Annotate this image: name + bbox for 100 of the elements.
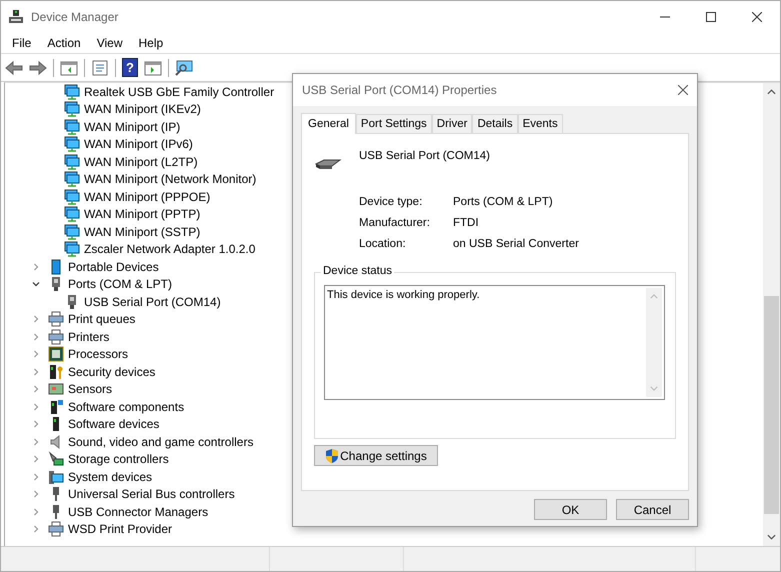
- tree-item[interactable]: Software devices: [68, 417, 160, 432]
- device-name: USB Serial Port (COM14): [359, 150, 490, 162]
- scroll-thumb[interactable]: [764, 296, 779, 514]
- collapse-chevron-icon[interactable]: [32, 280, 40, 288]
- tree-item[interactable]: WAN Miniport (IP): [84, 120, 180, 134]
- close-icon[interactable]: [752, 12, 762, 22]
- chip-icon: [48, 346, 64, 362]
- tree-item[interactable]: Print queues: [68, 312, 136, 326]
- tab[interactable]: Driver: [432, 114, 472, 133]
- expand-chevron-icon[interactable]: [32, 438, 40, 446]
- tree-item[interactable]: USB Connector Managers: [68, 504, 208, 519]
- connector-icon: [314, 158, 342, 172]
- tree-item[interactable]: Sensors: [68, 382, 112, 396]
- dialog-button[interactable]: Cancel: [616, 499, 689, 520]
- menu-item[interactable]: File: [4, 36, 40, 50]
- tree-item[interactable]: Software components: [68, 400, 184, 414]
- properties-icon[interactable]: [91, 60, 109, 76]
- group-label: Device status: [321, 265, 394, 277]
- storage-icon: [48, 451, 64, 468]
- scroll-up-icon: [650, 294, 658, 299]
- network-adapter-icon: [64, 188, 80, 205]
- expand-chevron-icon[interactable]: [32, 332, 40, 341]
- update-driver-icon[interactable]: [144, 60, 162, 76]
- console-tree-icon[interactable]: [60, 60, 78, 76]
- tree-item[interactable]: WSD Print Provider: [68, 522, 172, 536]
- maximize-icon[interactable]: [706, 12, 716, 22]
- tree-item[interactable]: WAN Miniport (PPTP): [84, 207, 200, 222]
- expand-chevron-icon[interactable]: [32, 402, 40, 411]
- network-adapter-icon: [64, 84, 80, 100]
- expand-chevron-icon[interactable]: [32, 490, 40, 498]
- property-value: FTDI: [453, 217, 480, 229]
- tree-item[interactable]: WAN Miniport (PPPOE): [84, 190, 210, 204]
- expand-chevron-icon[interactable]: [32, 368, 40, 376]
- tree-item[interactable]: System devices: [68, 470, 152, 484]
- property-value: on USB Serial Converter: [453, 238, 580, 250]
- tab[interactable]: General: [301, 113, 356, 134]
- forward-arrow-icon[interactable]: [29, 60, 47, 76]
- tree-item[interactable]: Zscaler Network Adapter 1.0.2.0: [84, 242, 256, 256]
- tab[interactable]: Details: [472, 114, 518, 133]
- help-button[interactable]: ?: [122, 58, 138, 77]
- property-label: Device type:: [359, 196, 424, 208]
- network-adapter-icon: [64, 136, 80, 152]
- network-adapter-icon: [64, 154, 80, 170]
- expand-chevron-icon[interactable]: [32, 350, 40, 358]
- property-label: Location:: [359, 238, 407, 250]
- back-arrow-icon[interactable]: [5, 60, 23, 76]
- expand-chevron-icon[interactable]: [32, 455, 40, 464]
- printer-icon: [48, 328, 64, 345]
- network-adapter-icon: [64, 118, 80, 135]
- property-label: Manufacturer:: [359, 217, 431, 229]
- device-manager-icon: [8, 8, 24, 24]
- scroll-down-icon[interactable]: [767, 534, 776, 540]
- expand-chevron-icon[interactable]: [32, 262, 40, 271]
- tree-item[interactable]: WAN Miniport (IKEv2): [84, 102, 201, 116]
- tree-item[interactable]: Processors: [68, 347, 128, 362]
- tree-item[interactable]: Storage controllers: [68, 452, 169, 466]
- property-value: Ports (COM & LPT): [453, 196, 554, 208]
- expand-chevron-icon[interactable]: [32, 508, 40, 516]
- monitor-icon: [48, 468, 64, 485]
- menu-item[interactable]: View: [88, 36, 130, 50]
- expand-chevron-icon[interactable]: [32, 385, 40, 394]
- tree-item[interactable]: Security devices: [68, 364, 156, 379]
- scrollbar[interactable]: [763, 83, 780, 546]
- scan-hardware-icon[interactable]: [175, 60, 193, 76]
- window-title: Device Manager: [31, 10, 118, 24]
- change-settings-button[interactable]: Change settings: [314, 445, 438, 466]
- network-adapter-icon: [64, 241, 80, 258]
- sensor-icon: [48, 381, 64, 398]
- dialog-title: USB Serial Port (COM14) Properties: [302, 83, 497, 97]
- shield-icon: [325, 448, 340, 464]
- tab[interactable]: Port Settings: [356, 114, 432, 133]
- tree-item[interactable]: Realtek USB GbE Family Controller: [84, 84, 274, 99]
- tree-item[interactable]: WAN Miniport (L2TP): [84, 154, 198, 169]
- tree-item[interactable]: WAN Miniport (Network Monitor): [84, 172, 256, 186]
- tree-item[interactable]: Ports (COM & LPT): [68, 277, 172, 292]
- tree-item[interactable]: Portable Devices: [68, 260, 159, 274]
- tree-item[interactable]: WAN Miniport (IPv6): [84, 137, 193, 152]
- status-text-box[interactable]: This device is working properly.: [324, 285, 665, 400]
- tree-item[interactable]: Universal Serial Bus controllers: [68, 487, 235, 502]
- expand-chevron-icon[interactable]: [32, 472, 40, 481]
- close-icon[interactable]: [678, 85, 688, 95]
- expand-chevron-icon[interactable]: [32, 315, 40, 324]
- network-adapter-icon: [64, 224, 80, 240]
- tree-item[interactable]: Sound, video and game controllers: [68, 434, 254, 449]
- tree-item[interactable]: Printers: [68, 330, 110, 344]
- key-icon: [48, 364, 64, 380]
- expand-chevron-icon[interactable]: [32, 420, 40, 428]
- status-text: This device is working properly.: [326, 288, 481, 303]
- menu-item[interactable]: Help: [130, 36, 172, 50]
- dialog-button[interactable]: OK: [534, 499, 607, 520]
- printer-icon: [48, 311, 64, 328]
- menu-item[interactable]: Action: [39, 36, 89, 50]
- network-adapter-icon: [64, 206, 80, 222]
- tree-item[interactable]: USB Serial Port (COM14): [84, 294, 221, 309]
- scroll-up-icon[interactable]: [767, 89, 776, 95]
- expand-chevron-icon[interactable]: [32, 525, 40, 534]
- tab[interactable]: Events: [518, 114, 563, 133]
- tree-item[interactable]: WAN Miniport (SSTP): [84, 224, 200, 239]
- scroll-down-icon: [650, 386, 658, 391]
- printer-icon: [48, 521, 64, 538]
